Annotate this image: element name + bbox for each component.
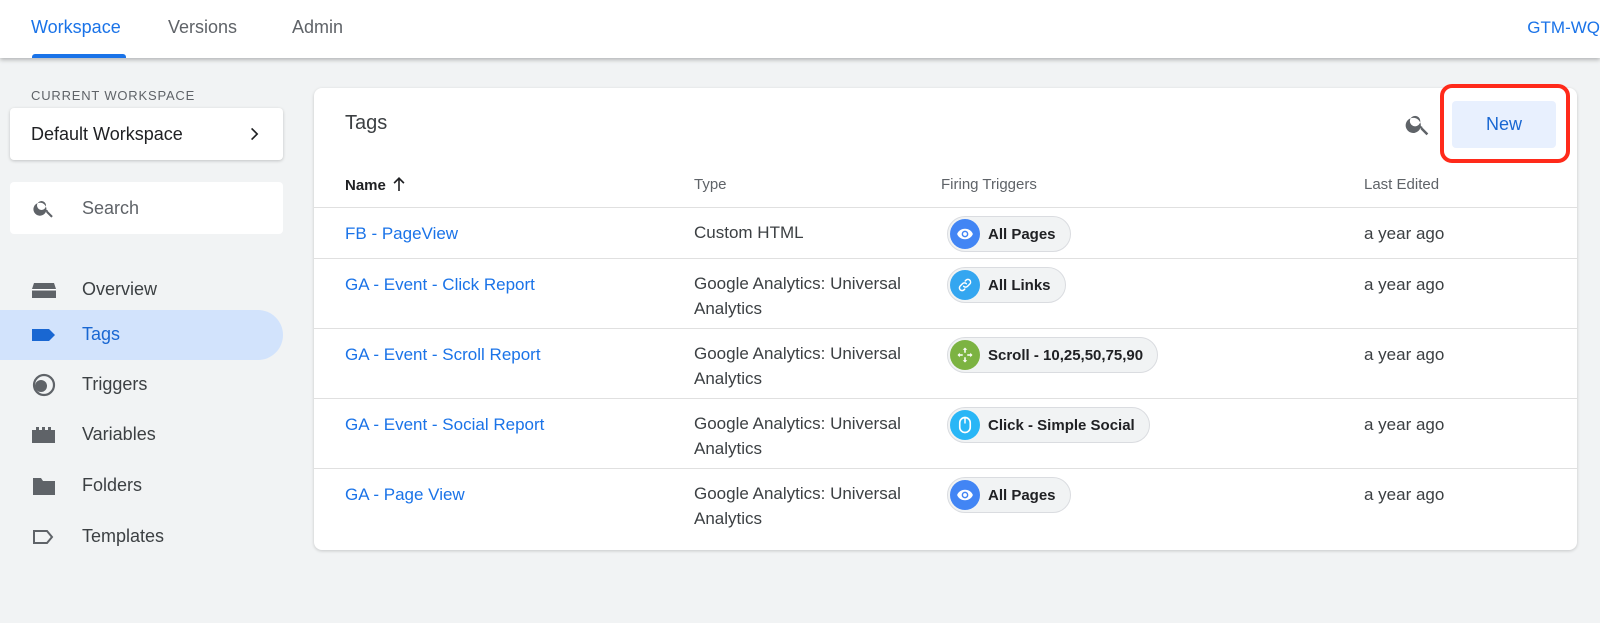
tag-type: Google Analytics: Universal Analytics xyxy=(694,344,901,388)
tags-card: Tags New Name Type Firing Triggers Last … xyxy=(314,84,1577,550)
tab-admin[interactable]: Admin xyxy=(292,17,343,38)
current-workspace-label: CURRENT WORKSPACE xyxy=(31,88,196,103)
sidebar-item-label: Triggers xyxy=(82,374,148,394)
table-row[interactable]: FB - PageView Custom HTML All Pages a ye… xyxy=(314,207,1577,258)
tag-name-link[interactable]: GA - Event - Click Report xyxy=(345,275,535,295)
search-icon xyxy=(33,201,53,218)
sidebar-item-variables[interactable]: Variables xyxy=(0,410,283,460)
tag-name-link[interactable]: GA - Event - Scroll Report xyxy=(345,345,541,365)
sidebar-item-label: Folders xyxy=(82,475,143,495)
last-edited: a year ago xyxy=(1364,415,1445,434)
scroll-icon xyxy=(950,340,980,370)
sidebar-item-label: Overview xyxy=(82,279,158,299)
tag-icon xyxy=(32,329,55,341)
sidebar-item-templates[interactable]: Templates xyxy=(0,512,283,562)
page-title: Tags xyxy=(345,112,388,134)
sidebar-search xyxy=(10,182,283,234)
folder-icon xyxy=(33,478,55,495)
tag-name-link[interactable]: GA - Page View xyxy=(345,485,465,505)
tag-type: Google Analytics: Universal Analytics xyxy=(694,414,901,458)
column-header-type[interactable]: Type xyxy=(694,176,727,193)
workspace-name: Default Workspace xyxy=(31,124,183,144)
trigger-label: Scroll - 10,25,50,75,90 xyxy=(988,346,1144,364)
tab-workspace[interactable]: Workspace xyxy=(31,17,121,38)
active-tab-indicator xyxy=(32,54,126,58)
trigger-icon xyxy=(32,373,56,397)
sidebar-item-label: Variables xyxy=(82,424,156,444)
tag-type: Google Analytics: Universal Analytics xyxy=(694,484,901,528)
trigger-label: Click - Simple Social xyxy=(988,416,1135,434)
last-edited: a year ago xyxy=(1364,345,1445,364)
eye-icon xyxy=(950,480,980,510)
top-bar: Workspace Versions Admin GTM-WQ xyxy=(0,0,1600,58)
table-row[interactable]: GA - Page View Google Analytics: Univers… xyxy=(314,468,1577,538)
table-row[interactable]: GA - Event - Social Report Google Analyt… xyxy=(314,398,1577,468)
column-header-label: Name xyxy=(345,177,386,194)
sort-ascending-icon xyxy=(393,177,405,191)
eye-icon xyxy=(950,219,980,249)
sidebar-item-triggers[interactable]: Triggers xyxy=(0,360,283,410)
last-edited: a year ago xyxy=(1364,275,1445,294)
sidebar-item-overview[interactable]: Overview xyxy=(0,265,283,315)
trigger-chip[interactable]: All Links xyxy=(947,267,1066,303)
trigger-chip[interactable]: Click - Simple Social xyxy=(947,407,1150,443)
column-header-name[interactable]: Name xyxy=(345,176,406,194)
workspace-selector[interactable]: Default Workspace xyxy=(10,108,283,160)
container-id-link[interactable]: GTM-WQ xyxy=(1527,18,1600,38)
sidebar-item-label: Templates xyxy=(82,526,165,546)
trigger-label: All Pages xyxy=(988,225,1056,243)
overview-icon xyxy=(32,283,56,298)
last-edited: a year ago xyxy=(1364,224,1445,243)
sidebar-item-folders[interactable]: Folders xyxy=(0,461,283,511)
trigger-label: All Links xyxy=(988,276,1051,294)
search-icon[interactable] xyxy=(1404,110,1432,138)
template-icon xyxy=(33,530,54,544)
trigger-label: All Pages xyxy=(988,486,1056,504)
search-input[interactable] xyxy=(82,192,272,224)
sidebar-item-label: Tags xyxy=(82,324,121,344)
link-icon xyxy=(950,270,980,300)
table-row[interactable]: GA - Event - Scroll Report Google Analyt… xyxy=(314,328,1577,398)
tag-type: Google Analytics: Universal Analytics xyxy=(694,274,901,318)
chevron-right-icon xyxy=(251,127,259,141)
variables-icon xyxy=(32,427,55,443)
sidebar-item-tags[interactable]: Tags xyxy=(0,310,283,360)
tag-name-link[interactable]: GA - Event - Social Report xyxy=(345,415,544,435)
tab-versions[interactable]: Versions xyxy=(168,17,237,38)
tag-type: Custom HTML xyxy=(694,223,804,242)
trigger-chip[interactable]: All Pages xyxy=(947,216,1071,252)
tag-name-link[interactable]: FB - PageView xyxy=(345,224,458,244)
trigger-chip[interactable]: All Pages xyxy=(947,477,1071,513)
new-tag-button[interactable]: New xyxy=(1452,101,1556,148)
last-edited: a year ago xyxy=(1364,485,1445,504)
column-header-last-edited[interactable]: Last Edited xyxy=(1364,176,1439,193)
table-row[interactable]: GA - Event - Click Report Google Analyti… xyxy=(314,258,1577,328)
trigger-chip[interactable]: Scroll - 10,25,50,75,90 xyxy=(947,337,1159,373)
mouse-icon xyxy=(950,410,980,440)
column-header-triggers[interactable]: Firing Triggers xyxy=(941,176,1037,193)
